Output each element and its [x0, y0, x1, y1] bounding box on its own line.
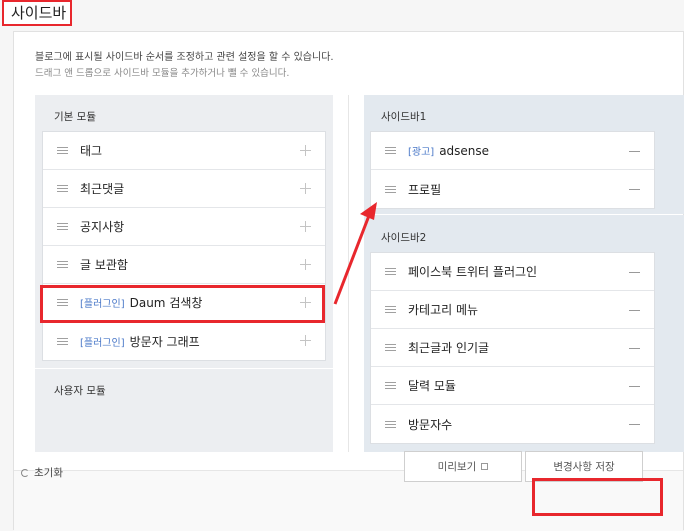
sidebar1-title: 사이드바1 [381, 111, 427, 123]
remove-icon[interactable] [629, 385, 640, 387]
module-item-notice[interactable]: 공지사항 [43, 208, 325, 246]
drag-handle-icon[interactable] [57, 147, 68, 154]
add-icon[interactable] [300, 182, 311, 194]
module-item-visitor-graph[interactable]: [플러그인] 방문자 그래프 [43, 322, 325, 360]
add-icon[interactable] [300, 144, 311, 156]
sidebar2-item-category[interactable]: 카테고리 메뉴 [371, 291, 654, 329]
sidebar1-item-profile[interactable]: 프로필 [371, 170, 654, 208]
add-icon[interactable] [300, 335, 311, 346]
module-label: 프로필 [408, 182, 442, 197]
description-line-2: 드래그 앤 드롭으로 사이드바 모듈을 추가하거나 뺄 수 있습니다. [35, 68, 290, 79]
user-modules-title: 사용자 모듈 [54, 385, 106, 397]
remove-icon[interactable] [629, 189, 640, 190]
remove-icon[interactable] [629, 347, 640, 349]
basic-modules-section: 기본 모듈 태그 최근댓글 공지사항 글 보관함 [플러그인] Daum 검색창… [35, 95, 333, 368]
drag-handle-icon[interactable] [57, 185, 68, 192]
user-modules-section: 사용자 모듈 [35, 369, 333, 452]
preview-label: 미리보기 [437, 461, 477, 473]
module-item-archive[interactable]: 글 보관함 [43, 246, 325, 284]
description-line-1: 블로그에 표시될 사이드바 순서를 조정하고 관련 설정을 할 수 있습니다. [35, 52, 334, 63]
sidebar2-item-recent-popular[interactable]: 최근글과 인기글 [371, 329, 654, 367]
preview-button[interactable]: 미리보기 [404, 451, 522, 482]
drag-handle-icon[interactable] [57, 337, 68, 345]
drag-handle-icon[interactable] [385, 344, 396, 351]
sidebar2-title: 사이드바2 [381, 232, 427, 244]
drag-handle-icon[interactable] [385, 268, 396, 275]
plugin-tag: [플러그인] [80, 337, 125, 349]
module-label: 방문자 그래프 [129, 334, 200, 349]
save-label: 변경사항 저장 [553, 461, 615, 473]
module-label: 태그 [80, 144, 103, 158]
external-link-icon [481, 463, 489, 470]
module-label: 카테고리 메뉴 [408, 303, 479, 317]
basic-modules-list: 태그 최근댓글 공지사항 글 보관함 [플러그인] Daum 검색창 [플러그인… [42, 131, 326, 361]
sidebar1-item-adsense[interactable]: [광고] adsense [371, 132, 654, 170]
save-button-highlight [532, 478, 663, 516]
daum-search-highlight [40, 285, 325, 323]
sidebar2-item-visitor-count[interactable]: 방문자수 [371, 405, 654, 443]
ad-tag: [광고] [408, 147, 435, 158]
sidebar1-list: [광고] adsense 프로필 [370, 131, 655, 209]
drag-handle-icon[interactable] [57, 261, 68, 268]
add-icon[interactable] [300, 220, 311, 232]
sidebar2-item-facebook-twitter[interactable]: 페이스북 트위터 플러그인 [371, 253, 654, 291]
module-label: 최근댓글 [80, 182, 125, 196]
refresh-icon [21, 468, 29, 477]
module-label: 달력 모듈 [408, 379, 456, 393]
drag-handle-icon[interactable] [385, 306, 396, 313]
module-label: 글 보관함 [80, 258, 128, 272]
basic-modules-title: 기본 모듈 [54, 111, 96, 123]
reset-button[interactable]: 초기화 [21, 465, 63, 480]
sidebar2-section: 사이드바2 페이스북 트위터 플러그인 카테고리 메뉴 최근글과 인기글 달력 … [364, 215, 684, 452]
drag-handle-icon[interactable] [385, 420, 396, 428]
column-divider [348, 95, 349, 452]
remove-icon[interactable] [629, 271, 640, 273]
remove-icon[interactable] [629, 150, 640, 152]
reset-label: 초기화 [34, 467, 63, 479]
page-title: 사이드바 [2, 0, 72, 26]
module-label: 최근글과 인기글 [408, 341, 490, 355]
remove-icon[interactable] [629, 424, 640, 425]
module-label: adsense [439, 143, 490, 158]
drag-handle-icon[interactable] [385, 382, 396, 389]
remove-icon[interactable] [629, 309, 640, 311]
drag-handle-icon[interactable] [385, 185, 396, 193]
module-label: 공지사항 [80, 220, 125, 234]
drag-handle-icon[interactable] [385, 147, 396, 154]
add-icon[interactable] [300, 258, 311, 270]
module-item-tag[interactable]: 태그 [43, 132, 325, 170]
module-item-recent-comments[interactable]: 최근댓글 [43, 170, 325, 208]
sidebar2-list: 페이스북 트위터 플러그인 카테고리 메뉴 최근글과 인기글 달력 모듈 방문자 [370, 252, 655, 444]
sidebar1-section: 사이드바1 [광고] adsense 프로필 [364, 95, 684, 214]
module-label: 페이스북 트위터 플러그인 [408, 265, 538, 279]
sidebar2-item-calendar[interactable]: 달력 모듈 [371, 367, 654, 405]
module-label: 방문자수 [408, 417, 453, 432]
drag-handle-icon[interactable] [57, 223, 68, 230]
